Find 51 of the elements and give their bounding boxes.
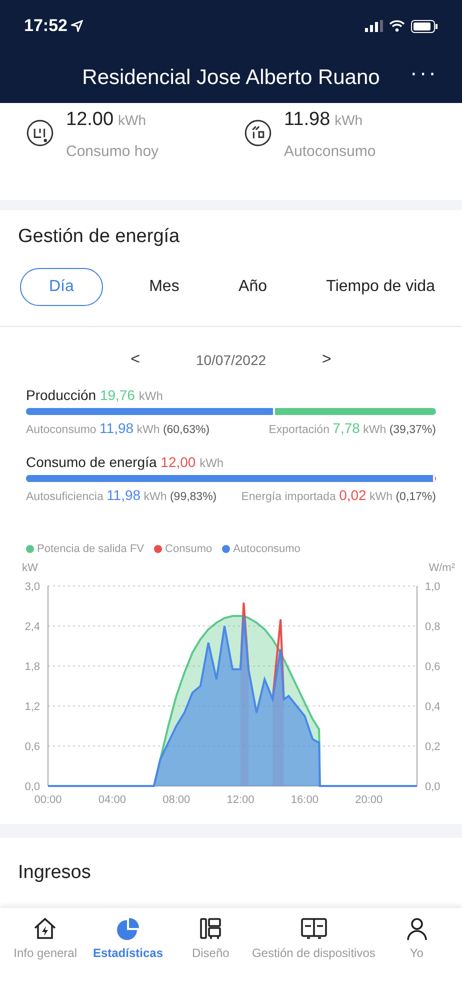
- tick-label: 0,0: [425, 781, 440, 793]
- tick-label: 20:00: [355, 794, 383, 806]
- wifi-icon: [389, 20, 405, 32]
- tick-label: 0,8: [425, 621, 440, 633]
- layout-icon: [198, 916, 224, 942]
- page-title: Residencial Jose Alberto Ruano: [82, 66, 380, 90]
- date-label: 10/07/2022: [196, 352, 266, 368]
- summary-label: Autoconsumo: [284, 143, 376, 160]
- location-arrow-icon: [71, 20, 84, 32]
- tick-label: 0,2: [425, 741, 440, 753]
- tick-label: 2,4: [24, 621, 40, 633]
- section-title: Ingresos: [18, 862, 91, 883]
- summary-value: 12.00 kWh: [66, 109, 147, 131]
- signal-icon: [365, 20, 383, 32]
- tick-label: 0,0: [24, 781, 40, 793]
- section-title: Gestión de energía: [17, 225, 181, 249]
- tick-label: 0,4: [425, 701, 440, 713]
- axis-label: W/m²: [428, 562, 455, 574]
- tick-label: 0,6: [425, 661, 440, 673]
- more-button[interactable]: ···: [410, 60, 438, 86]
- tick-label: 1,0: [425, 581, 440, 593]
- previous-button[interactable]: <: [126, 351, 144, 369]
- next-button[interactable]: >: [318, 351, 336, 369]
- tick-label: 08:00: [162, 794, 190, 806]
- period-tab[interactable]: Día: [20, 268, 103, 306]
- bar-detail: Autosuficiencia 11,98 kWh (99,83%): [26, 487, 217, 503]
- bar-detail: Exportación 7,78 kWh (39,37%): [268, 420, 436, 436]
- tick-label: 16:00: [290, 794, 318, 806]
- legend-item: Autoconsumo: [222, 543, 300, 555]
- bar-detail: Autoconsumo 11,98 kWh (60,63%): [26, 420, 210, 436]
- tick-label: 1,2: [24, 701, 40, 713]
- tick-label: 3,0: [24, 581, 40, 593]
- bar-title: Consumo de energía 12,00 kWh: [26, 454, 225, 470]
- bar-detail: Energía importada 0,02 kWh (0,17%): [241, 487, 436, 503]
- tick-label: 00:00: [34, 794, 62, 806]
- home-bolt-icon: [32, 916, 58, 942]
- legend-item: Potencia de salida FV: [26, 543, 144, 555]
- status-time: 17:52: [24, 16, 84, 36]
- tick-label: 04:00: [98, 794, 126, 806]
- bar-title: Producción 19,76 kWh: [26, 387, 164, 403]
- pie-chart-icon: [114, 916, 141, 942]
- axis-label: kW: [22, 562, 38, 574]
- tick-label: 12:00: [226, 794, 254, 806]
- summary-label: Consumo hoy: [66, 143, 159, 160]
- tick-label: 0,6: [24, 741, 40, 753]
- nav-tab[interactable]: Estadísticas: [86, 916, 170, 1000]
- battery-icon: [411, 20, 438, 32]
- legend-item: Consumo: [154, 543, 212, 555]
- summary-value: 11.98 kWh: [284, 109, 364, 131]
- cabinet-icon: [300, 916, 328, 942]
- tick-label: 1,8: [24, 661, 40, 673]
